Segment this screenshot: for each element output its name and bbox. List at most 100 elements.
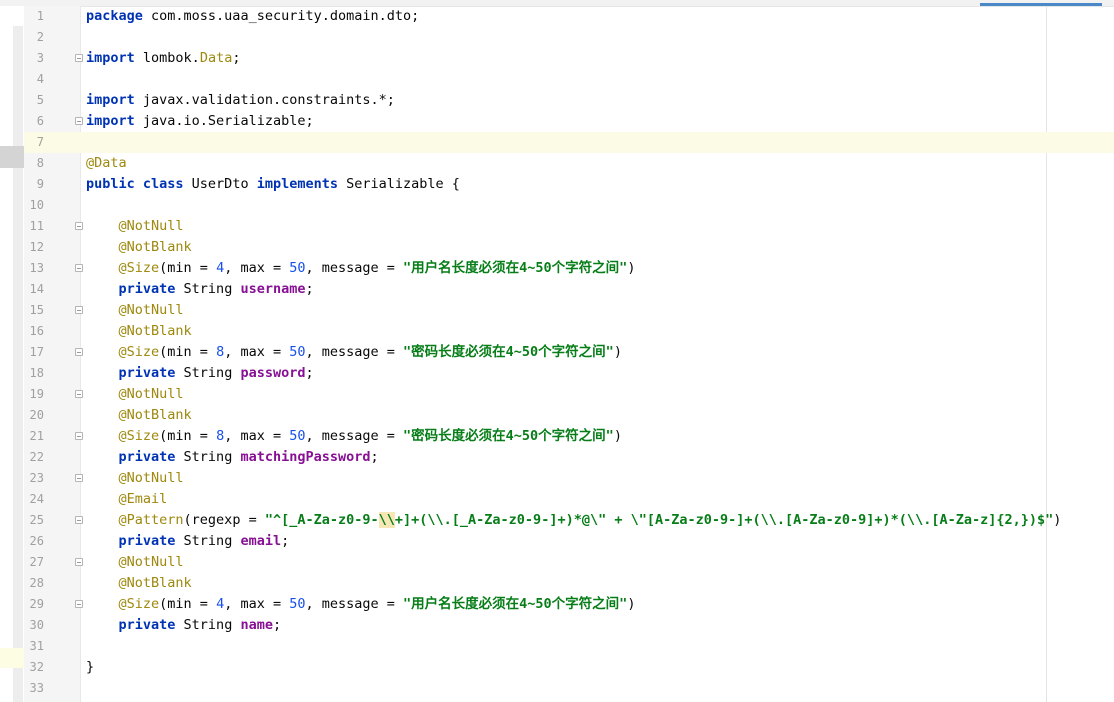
code-text: private String username;	[86, 279, 314, 300]
fold-toggle-icon[interactable]	[75, 516, 83, 524]
line-number: 14	[29, 282, 44, 296]
line-number: 2	[36, 30, 44, 44]
code-text: @Pattern(regexp = "^[_A-Za-z0-9-\\+]+(\\…	[86, 510, 1061, 531]
code-line[interactable]: 2	[24, 27, 1114, 48]
code-token: "^[_A-Za-z0-9-	[264, 512, 379, 528]
code-line[interactable]: 15 @NotNull	[24, 300, 1114, 321]
code-token: private	[118, 281, 176, 297]
code-text: private String matchingPassword;	[86, 447, 379, 468]
code-line[interactable]: 28 @NotBlank	[24, 573, 1114, 594]
code-token: private	[118, 617, 176, 633]
code-line[interactable]: 6 import java.io.Serializable;	[24, 111, 1114, 132]
code-token: ;	[272, 617, 282, 633]
code-line[interactable]: 23 @NotNull	[24, 468, 1114, 489]
code-token: 4	[216, 260, 225, 276]
fold-toggle-icon[interactable]	[75, 600, 83, 608]
code-text: @NotNull	[86, 300, 184, 321]
code-token: String	[175, 449, 241, 465]
code-token: , message =	[305, 260, 404, 276]
code-line[interactable]: 11 @NotNull	[24, 216, 1114, 237]
code-editor[interactable]: 1 package com.moss.uaa_security.domain.dt…	[24, 6, 1114, 699]
code-token: implements	[256, 176, 338, 192]
code-text: @Size(min = 8, max = 50, message = "密码长度…	[86, 342, 622, 363]
code-line[interactable]: 5 import javax.validation.constraints.*;	[24, 90, 1114, 111]
code-token: 50	[289, 596, 306, 612]
code-line[interactable]: 7	[24, 132, 1114, 153]
code-token: @NotNull	[118, 470, 184, 486]
code-line[interactable]: 3 import lombok.Data;	[24, 48, 1114, 69]
code-line[interactable]: 30 private String name;	[24, 615, 1114, 636]
code-line[interactable]: 4	[24, 69, 1114, 90]
code-line[interactable]: 31	[24, 636, 1114, 657]
code-token: @Data	[86, 155, 127, 171]
fold-toggle-icon[interactable]	[75, 348, 83, 356]
fold-toggle-icon[interactable]	[75, 117, 83, 125]
code-text: @Email	[86, 489, 168, 510]
code-line[interactable]: 24 @Email	[24, 489, 1114, 510]
line-number: 3	[36, 51, 44, 65]
code-token: email	[240, 533, 282, 549]
line-number: 11	[29, 219, 44, 233]
code-line[interactable]: 19 @NotNull	[24, 384, 1114, 405]
code-token: , max =	[224, 428, 290, 444]
code-line[interactable]: 26 private String email;	[24, 531, 1114, 552]
line-number: 1	[36, 9, 44, 23]
code-line[interactable]: 9 public class UserDto implements Seriali…	[24, 174, 1114, 195]
code-line[interactable]: 8 @Data	[24, 153, 1114, 174]
fold-toggle-icon[interactable]	[75, 306, 83, 314]
code-line[interactable]: 16 @NotBlank	[24, 321, 1114, 342]
code-line[interactable]: 20 @NotBlank	[24, 405, 1114, 426]
code-text: @NotNull	[86, 468, 184, 489]
code-token: password	[240, 365, 306, 381]
fold-toggle-icon[interactable]	[75, 432, 83, 440]
fold-toggle-icon[interactable]	[75, 474, 83, 482]
code-line[interactable]: 13 @Size(min = 4, max = 50, message = "用…	[24, 258, 1114, 279]
fold-toggle-icon[interactable]	[75, 558, 83, 566]
code-line[interactable]: 21 @Size(min = 8, max = 50, message = "密…	[24, 426, 1114, 447]
code-token: @NotNull	[118, 218, 184, 234]
code-line[interactable]: 32}	[24, 657, 1114, 678]
code-line[interactable]: 10	[24, 195, 1114, 216]
code-line[interactable]: 14 private String username;	[24, 279, 1114, 300]
code-token: (regexp =	[183, 512, 265, 528]
code-line[interactable]: 22 private String matchingPassword;	[24, 447, 1114, 468]
fold-toggle-icon[interactable]	[75, 54, 83, 62]
line-number: 19	[29, 387, 44, 401]
code-token: @NotBlank	[118, 239, 192, 255]
fold-toggle-icon[interactable]	[75, 264, 83, 272]
code-token: 4	[216, 596, 225, 612]
fold-toggle-icon[interactable]	[75, 390, 83, 398]
code-line[interactable]: 25 @Pattern(regexp = "^[_A-Za-z0-9-\\+]+…	[24, 510, 1114, 531]
code-token: , max =	[224, 596, 290, 612]
code-text: package com.moss.uaa_security.domain.dto…	[86, 6, 419, 27]
code-token: @NotNull	[118, 386, 184, 402]
code-token: 8	[216, 428, 225, 444]
code-text: }	[86, 657, 94, 678]
code-token: private	[118, 365, 176, 381]
code-text: private String email;	[86, 531, 290, 552]
code-text: import java.io.Serializable;	[86, 111, 314, 132]
line-number: 12	[29, 240, 44, 254]
code-token: @Size	[118, 344, 160, 360]
line-number: 31	[29, 639, 44, 653]
fold-toggle-icon[interactable]	[75, 222, 83, 230]
code-line[interactable]: 29 @Size(min = 4, max = 50, message = "用…	[24, 594, 1114, 615]
code-line[interactable]: 12 @NotBlank	[24, 237, 1114, 258]
code-token: lombok.	[134, 50, 200, 66]
code-line[interactable]: 18 private String password;	[24, 363, 1114, 384]
code-line[interactable]: 17 @Size(min = 8, max = 50, message = "密…	[24, 342, 1114, 363]
line-number: 7	[36, 135, 44, 149]
code-token: @Email	[118, 491, 168, 507]
code-token: (min =	[159, 260, 217, 276]
code-line[interactable]: 27 @NotNull	[24, 552, 1114, 573]
side-marker-highlight	[0, 648, 24, 668]
code-line[interactable]: 33	[24, 678, 1114, 699]
code-line[interactable]: 1 package com.moss.uaa_security.domain.dt…	[24, 6, 1114, 27]
line-number: 13	[29, 261, 44, 275]
